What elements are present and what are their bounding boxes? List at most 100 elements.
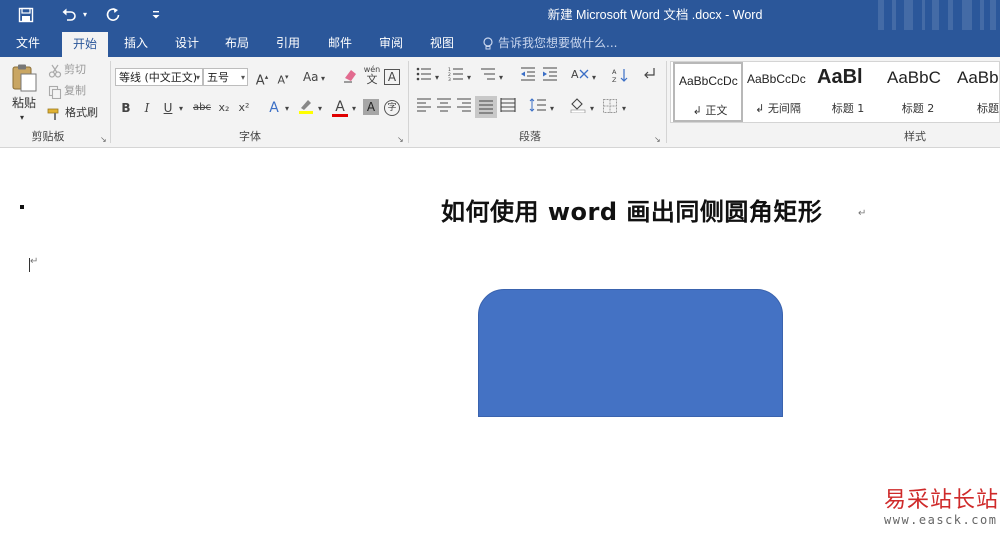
style-name: 标题 (977, 102, 999, 115)
borders-dropdown-icon[interactable]: ▾ (619, 99, 629, 119)
style-name: 标题 2 (901, 102, 935, 115)
align-right-icon[interactable] (454, 98, 474, 118)
svg-text:A: A (612, 68, 617, 76)
align-center-icon[interactable] (434, 98, 454, 118)
tab-view[interactable]: 视图 (421, 30, 463, 57)
sort-icon[interactable]: AZ (610, 67, 630, 87)
decrease-indent-icon[interactable] (518, 67, 538, 87)
multilevel-list-icon[interactable] (478, 67, 498, 87)
svg-text:A: A (571, 68, 579, 81)
format-painter-button[interactable]: 格式刷 (65, 104, 98, 122)
character-shading-icon[interactable]: A (363, 99, 379, 115)
multilevel-dropdown-icon[interactable]: ▾ (496, 68, 506, 88)
style-no-spacing[interactable]: AaBbCcDc ↲ 无间隔 (743, 62, 813, 122)
style-preview: AaBb (957, 68, 999, 87)
undo-dropdown-icon[interactable]: ▾ (80, 4, 90, 26)
tell-me-input[interactable]: 告诉我您想要做什么... (498, 30, 617, 57)
undo-icon[interactable] (58, 4, 80, 26)
justify-icon[interactable] (475, 96, 497, 118)
numbering-icon[interactable]: 123 (446, 67, 466, 87)
borders-icon[interactable] (600, 98, 620, 118)
copy-icon (48, 84, 62, 103)
style-name: ↲ 正文 (692, 104, 728, 117)
tab-mailings[interactable]: 邮件 (319, 30, 361, 57)
lightbulb-icon (482, 36, 494, 55)
copy-button[interactable]: 复制 (64, 82, 86, 100)
style-title[interactable]: AaBb 标题 (953, 62, 999, 122)
change-case-button[interactable]: Aa ▾ (300, 67, 328, 87)
grow-font-icon[interactable]: A▴ (252, 67, 272, 88)
tab-insert[interactable]: 插入 (115, 30, 157, 57)
tab-references[interactable]: 引用 (267, 30, 309, 57)
highlight-dropdown-icon[interactable]: ▾ (315, 99, 325, 119)
group-separator (666, 61, 667, 143)
font-name-value: 等线 (中文正文) (119, 71, 198, 84)
style-name: ↲ 无间隔 (755, 102, 801, 115)
watermark-site-name: 易采站长站 (884, 488, 1000, 513)
font-color-dropdown-icon[interactable]: ▾ (349, 99, 359, 119)
character-border-icon[interactable]: A (384, 69, 400, 85)
increase-indent-icon[interactable] (540, 67, 560, 87)
font-group-label: 字体 (239, 130, 261, 143)
round-same-side-rectangle-shape[interactable] (478, 289, 783, 417)
tab-file[interactable]: 文件 (6, 30, 50, 57)
style-heading-1[interactable]: AaBl 标题 1 (813, 62, 883, 122)
numbering-dropdown-icon[interactable]: ▾ (464, 68, 474, 88)
tab-design[interactable]: 设计 (166, 30, 208, 57)
asian-layout-icon[interactable]: A (570, 67, 590, 87)
show-hide-marks-icon[interactable] (640, 67, 660, 87)
paragraph-mark: ↵ (30, 256, 39, 267)
document-canvas[interactable]: 如何使用 word 画出同侧圆角矩形 ↵ ↵ 易采站长站 www.easck.c… (0, 148, 1000, 538)
clipboard-launcher-icon[interactable]: ↘ (100, 135, 107, 144)
bullets-dropdown-icon[interactable]: ▾ (432, 68, 442, 88)
watermark-url: www.easck.com (884, 513, 998, 527)
paragraph-mark: ↵ (858, 208, 867, 219)
shrink-font-icon[interactable]: A▾ (273, 67, 293, 87)
style-preview: AaBbC (887, 68, 941, 87)
svg-text:Z: Z (612, 76, 617, 83)
tab-layout[interactable]: 布局 (216, 30, 258, 57)
clear-formatting-icon[interactable] (340, 67, 360, 87)
italic-button[interactable]: I (137, 98, 157, 118)
highlight-icon[interactable] (296, 97, 316, 117)
underline-button[interactable]: U (158, 98, 178, 118)
distributed-icon[interactable] (498, 98, 518, 118)
text-effects-dropdown-icon[interactable]: ▾ (282, 99, 292, 119)
line-spacing-icon[interactable] (528, 98, 548, 118)
bullets-icon[interactable] (414, 67, 434, 87)
paragraph-launcher-icon[interactable]: ↘ (654, 135, 661, 144)
font-launcher-icon[interactable]: ↘ (397, 135, 404, 144)
paste-button[interactable] (10, 63, 40, 97)
font-size-dropdown[interactable]: 五号 ▾ (203, 68, 248, 86)
svg-text:3: 3 (448, 77, 451, 81)
subscript-button[interactable]: x₂ (214, 98, 234, 118)
text-effects-icon[interactable]: A (264, 98, 284, 118)
superscript-button[interactable]: x² (234, 98, 254, 118)
cut-icon (48, 63, 62, 82)
style-normal[interactable]: AaBbCcDc ↲ 正文 (673, 62, 743, 122)
shading-dropdown-icon[interactable]: ▾ (587, 99, 597, 119)
font-name-dropdown[interactable]: 等线 (中文正文) ▾ (115, 68, 203, 86)
tab-home[interactable]: 开始 (62, 32, 108, 57)
style-preview: AaBbCcDc (747, 72, 806, 86)
align-left-icon[interactable] (414, 98, 434, 118)
save-icon[interactable] (14, 4, 38, 26)
shading-icon[interactable] (568, 97, 588, 117)
cut-button[interactable]: 剪切 (64, 61, 86, 79)
redo-icon[interactable] (102, 4, 124, 26)
line-spacing-dropdown-icon[interactable]: ▾ (547, 99, 557, 119)
strikethrough-button[interactable]: abc (190, 98, 214, 118)
asian-layout-dropdown-icon[interactable]: ▾ (589, 68, 599, 88)
underline-dropdown-icon[interactable]: ▾ (176, 99, 186, 119)
paste-dropdown-icon[interactable]: ▾ (20, 109, 24, 127)
ribbon-tabs: 文件 开始 插入 设计 布局 引用 邮件 审阅 视图 告诉我您想要做什么... (0, 30, 1000, 57)
style-heading-2[interactable]: AaBbC 标题 2 (883, 62, 953, 122)
font-color-icon[interactable]: A (330, 97, 350, 117)
enclose-characters-icon[interactable]: 字 (384, 100, 400, 116)
style-preview: AaBbCcDc (679, 74, 738, 88)
document-heading[interactable]: 如何使用 word 画出同侧圆角矩形 (441, 192, 822, 227)
bold-button[interactable]: B (116, 98, 136, 118)
tab-review[interactable]: 审阅 (370, 30, 412, 57)
customize-icon[interactable] (148, 4, 164, 26)
phonetic-guide-button[interactable]: wén 文 (362, 65, 382, 89)
